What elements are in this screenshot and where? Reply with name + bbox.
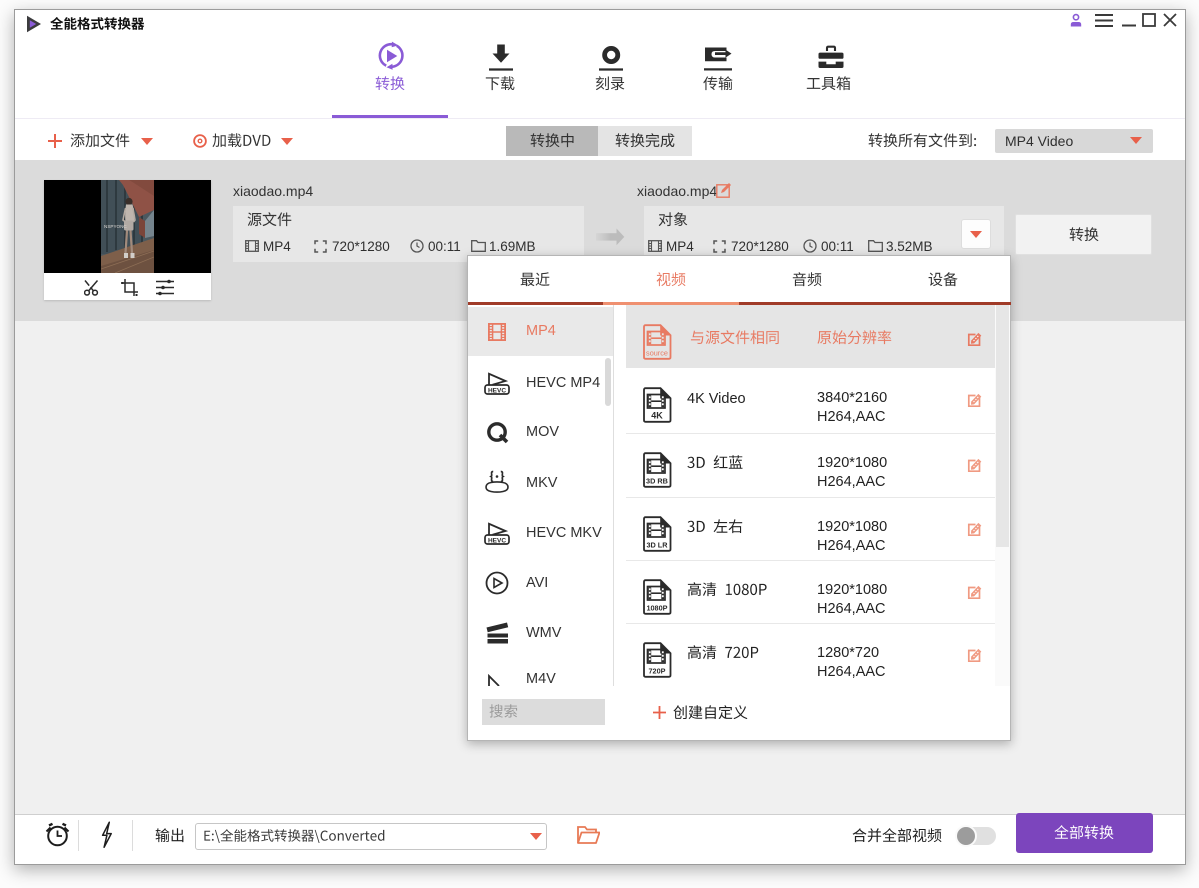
svg-text:3D LR: 3D LR xyxy=(646,541,668,550)
svg-text:HEVC: HEVC xyxy=(488,538,506,545)
svg-text:3D RB: 3D RB xyxy=(646,477,668,486)
svg-text:HEVC: HEVC xyxy=(488,388,506,395)
svg-text:NSPYONC: NSPYONC xyxy=(104,224,127,229)
svg-text:4K: 4K xyxy=(651,411,663,421)
svg-text:1080P: 1080P xyxy=(646,604,667,613)
svg-text:720P: 720P xyxy=(648,667,665,676)
svg-text:source: source xyxy=(646,349,668,358)
